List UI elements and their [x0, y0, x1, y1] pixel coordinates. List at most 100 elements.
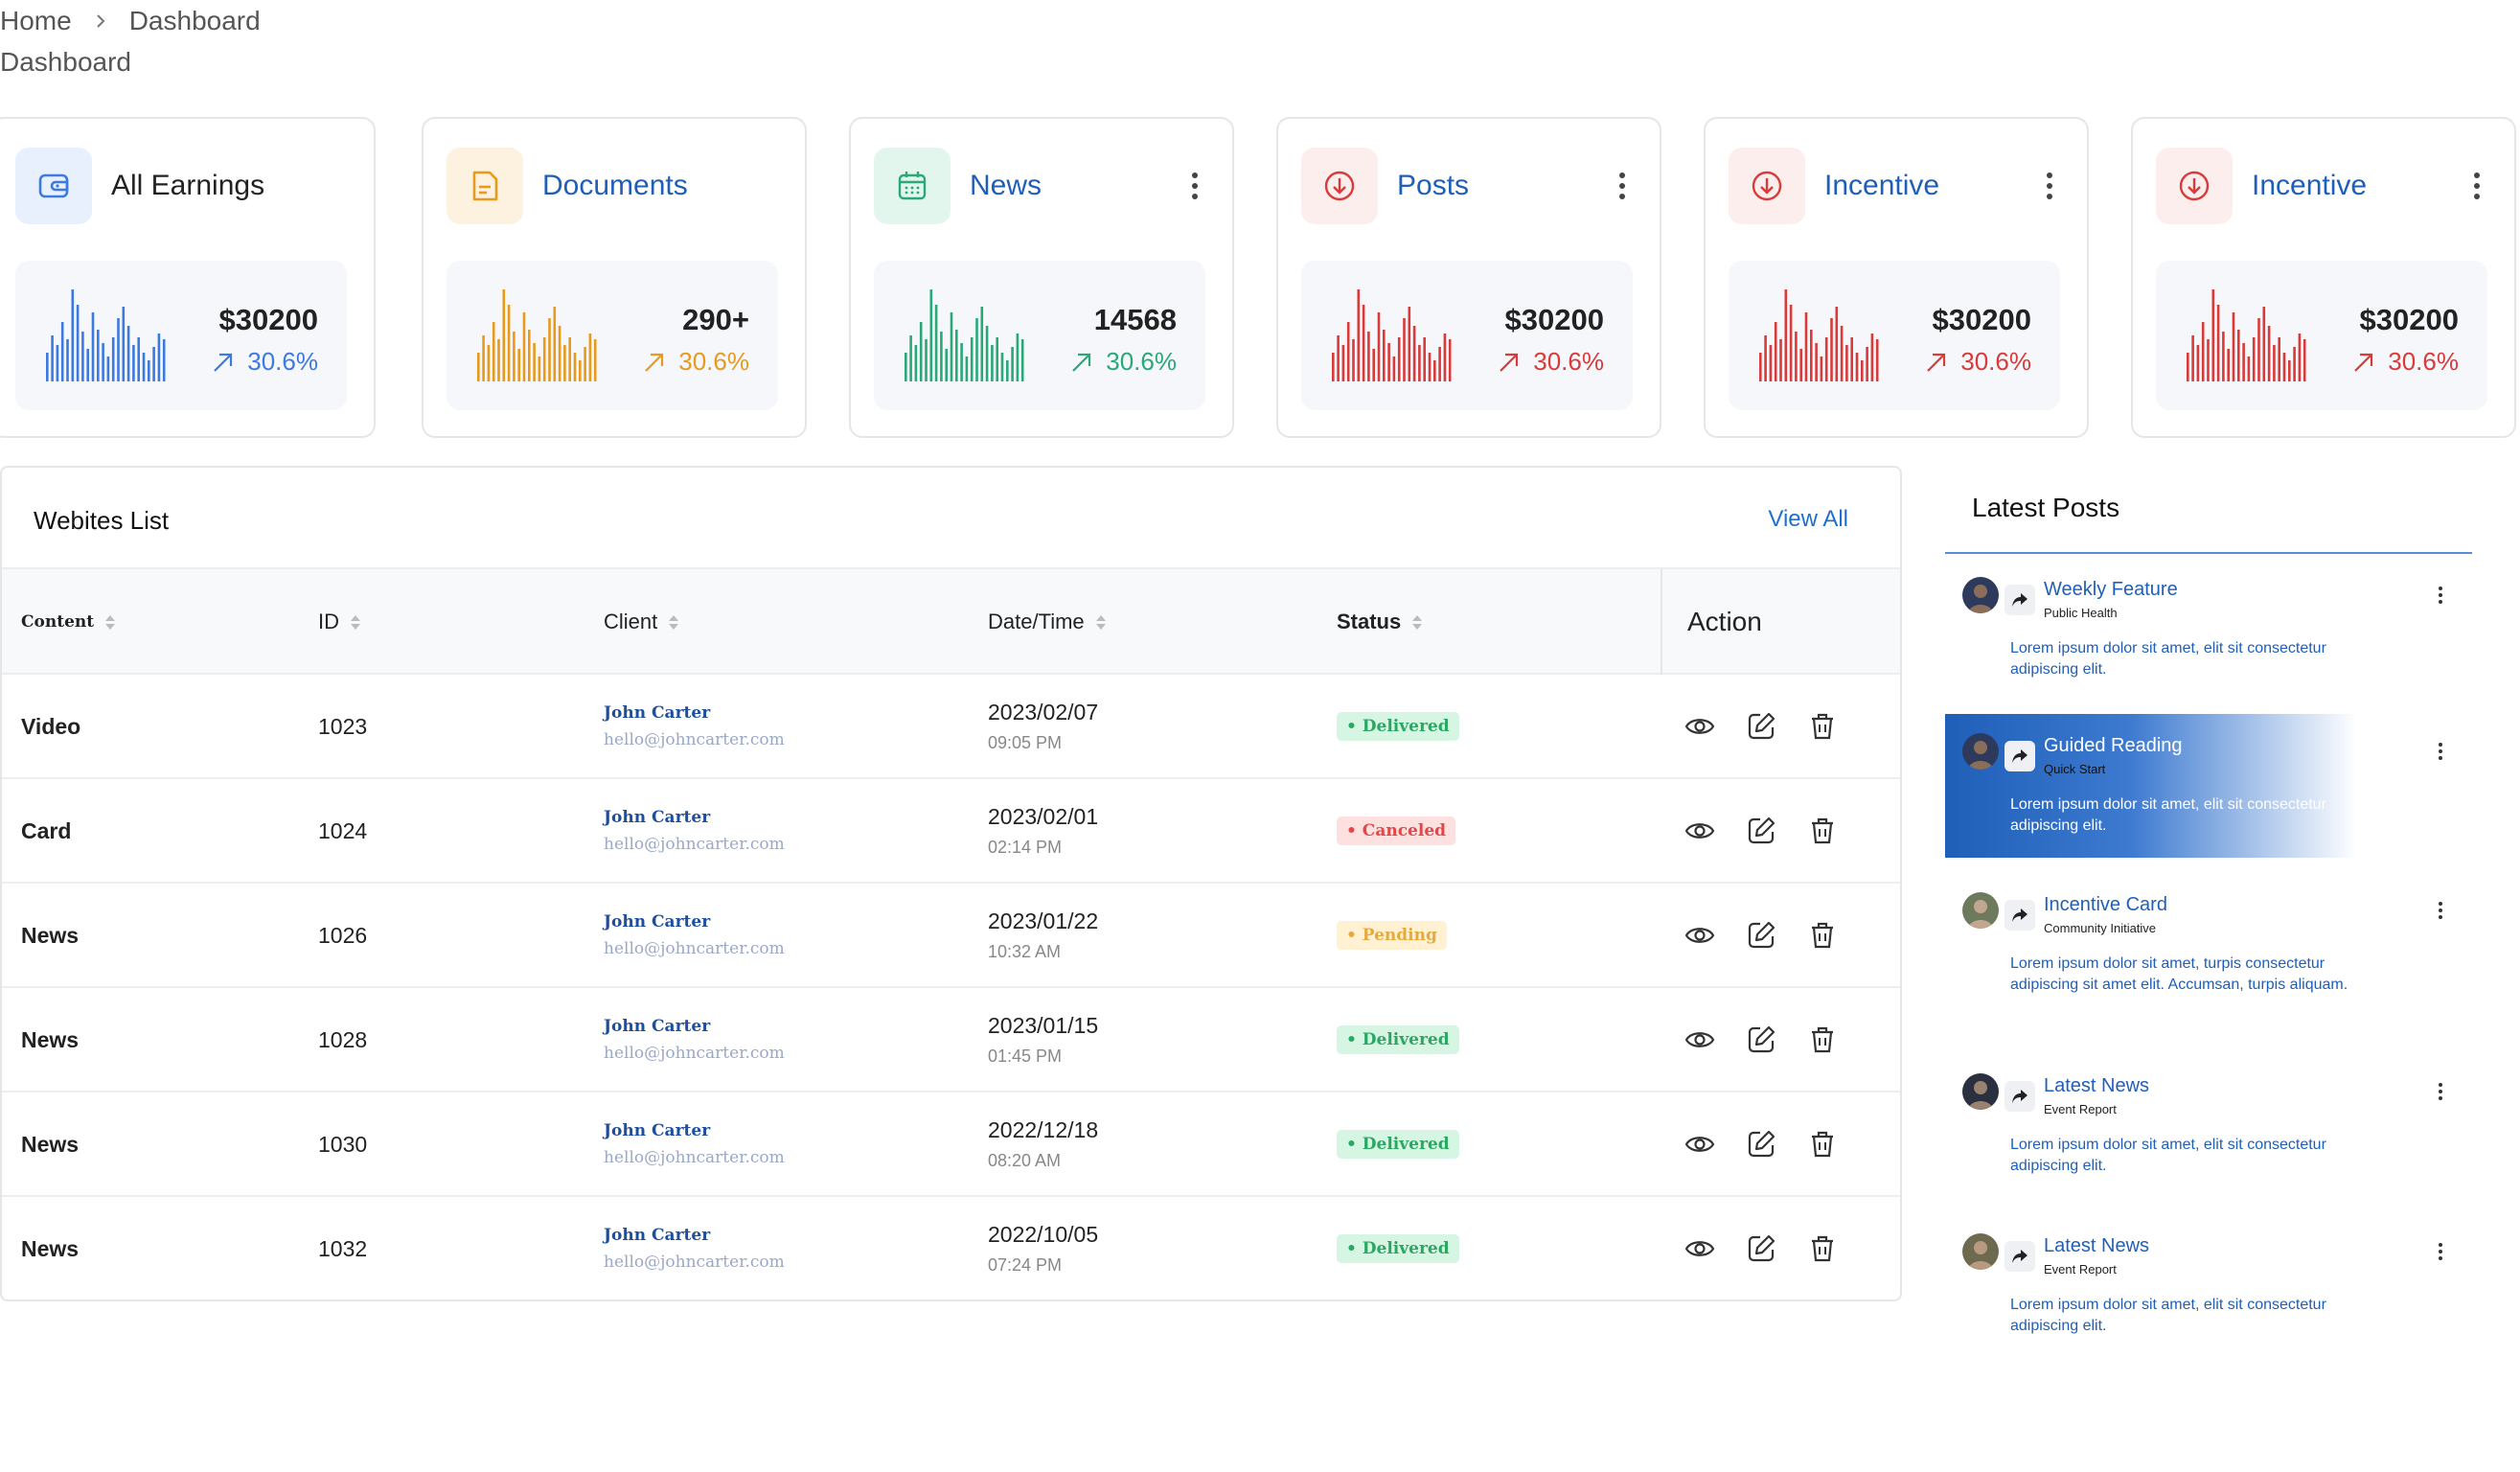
edit-icon[interactable] — [1745, 919, 1777, 952]
client-name[interactable]: John Carter — [604, 703, 710, 723]
view-all-link[interactable]: View All — [1768, 506, 1848, 533]
column-header-id[interactable]: ID — [318, 569, 360, 675]
spark-bar — [2191, 335, 2194, 381]
column-header-status[interactable]: Status — [1337, 569, 1423, 675]
post-title[interactable]: Weekly Feature — [2044, 579, 2178, 601]
edit-icon[interactable] — [1745, 1232, 1777, 1265]
table-row[interactable]: News 1032 John Carter hello@johncarter.c… — [2, 1197, 1900, 1300]
share-icon[interactable] — [2005, 1241, 2035, 1272]
id-cell: 1024 — [318, 817, 368, 843]
sort-icon[interactable] — [105, 614, 116, 630]
spark-bar — [1799, 349, 1802, 381]
trash-icon[interactable] — [1806, 1024, 1839, 1056]
card-value: $30200 — [2359, 303, 2459, 336]
share-icon[interactable] — [2005, 1081, 2035, 1112]
spark-bar — [2282, 353, 2286, 381]
stat-card: All Earnings $30200 30.6% — [0, 117, 376, 438]
post-title[interactable]: Incentive Card — [2044, 894, 2167, 916]
view-icon[interactable] — [1684, 1024, 1716, 1056]
view-icon[interactable] — [1684, 815, 1716, 847]
column-header-content[interactable]: Content — [21, 569, 116, 675]
spark-bar — [1341, 345, 1345, 381]
view-icon[interactable] — [1684, 1232, 1716, 1265]
more-vertical-icon[interactable] — [2439, 586, 2442, 604]
post-item[interactable]: Latest News Event Report Lorem ipsum dol… — [1945, 1054, 2442, 1198]
table-row[interactable]: News 1028 John Carter hello@johncarter.c… — [2, 988, 1900, 1092]
time: 02:14 PM — [988, 838, 1063, 857]
post-item[interactable]: Incentive Card Community Initiative Lore… — [1945, 873, 2442, 1017]
share-icon[interactable] — [2005, 585, 2035, 615]
sort-icon[interactable] — [1412, 614, 1423, 630]
more-vertical-icon[interactable] — [2035, 167, 2064, 205]
client-email[interactable]: hello@johncarter.com — [604, 835, 785, 854]
spark-bar — [60, 322, 64, 381]
more-vertical-icon[interactable] — [1180, 167, 1209, 205]
sort-icon[interactable] — [669, 614, 679, 630]
share-icon[interactable] — [2005, 741, 2035, 771]
spark-bar — [1815, 343, 1818, 381]
column-header-client[interactable]: Client — [604, 569, 679, 675]
sort-icon[interactable] — [351, 614, 360, 630]
card-header: Incentive — [2156, 148, 2491, 224]
more-vertical-icon[interactable] — [1608, 167, 1637, 205]
download-circle-icon — [1729, 148, 1805, 224]
spark-bar — [1855, 353, 1859, 381]
arrow-up-right-icon — [1927, 353, 1946, 372]
trash-icon[interactable] — [1806, 815, 1839, 847]
content-cell: Video — [21, 713, 81, 739]
post-item[interactable]: Weekly Feature Public Health Lorem ipsum… — [1945, 558, 2442, 702]
share-icon[interactable] — [2005, 900, 2035, 931]
card-stats: $30200 30.6% — [2156, 261, 2487, 410]
client-email[interactable]: hello@johncarter.com — [604, 1253, 785, 1272]
client-name[interactable]: John Carter — [604, 912, 710, 932]
stat-card: Incentive $30200 30.6% — [1704, 117, 2089, 438]
trash-icon[interactable] — [1806, 710, 1839, 743]
post-title[interactable]: Latest News — [2044, 1235, 2149, 1257]
client-email[interactable]: hello@johncarter.com — [604, 1044, 785, 1063]
more-vertical-icon[interactable] — [2439, 1243, 2442, 1260]
spark-bar — [1830, 318, 1833, 381]
more-vertical-icon[interactable] — [2463, 167, 2491, 205]
client-email[interactable]: hello@johncarter.com — [604, 730, 785, 749]
trash-icon[interactable] — [1806, 1232, 1839, 1265]
post-subtitle: Quick Start — [2044, 762, 2106, 776]
table-row[interactable]: Video 1023 John Carter hello@johncarter.… — [2, 675, 1900, 779]
post-title[interactable]: Latest News — [2044, 1075, 2149, 1097]
more-vertical-icon[interactable] — [2439, 902, 2442, 919]
client-email[interactable]: hello@johncarter.com — [604, 1148, 785, 1167]
post-item[interactable]: Guided Reading Quick Start Lorem ipsum d… — [1945, 714, 2442, 858]
post-title[interactable]: Guided Reading — [2044, 735, 2183, 757]
client-name[interactable]: John Carter — [604, 1017, 710, 1036]
column-header-datetime[interactable]: Date/Time — [988, 569, 1106, 675]
card-value: $30200 — [1504, 303, 1604, 336]
trash-icon[interactable] — [1806, 919, 1839, 952]
table-row[interactable]: Card 1024 John Carter hello@johncarter.c… — [2, 779, 1900, 884]
action-cell — [1684, 779, 1839, 883]
trash-icon[interactable] — [1806, 1128, 1839, 1161]
client-name[interactable]: John Carter — [604, 1226, 710, 1245]
post-item[interactable]: Latest News Event Report Lorem ipsum dol… — [1945, 1214, 2442, 1358]
spark-bar — [2302, 339, 2306, 381]
edit-icon[interactable] — [1745, 815, 1777, 847]
view-icon[interactable] — [1684, 919, 1716, 952]
client-email[interactable]: hello@johncarter.com — [604, 939, 785, 958]
table-row[interactable]: News 1030 John Carter hello@johncarter.c… — [2, 1092, 1900, 1197]
breadcrumb-home[interactable]: Home — [0, 6, 72, 36]
edit-icon[interactable] — [1745, 1024, 1777, 1056]
table-row[interactable]: News 1026 John Carter hello@johncarter.c… — [2, 884, 1900, 988]
sort-icon[interactable] — [1095, 614, 1106, 630]
time: 09:05 PM — [988, 733, 1063, 752]
edit-icon[interactable] — [1745, 710, 1777, 743]
more-vertical-icon[interactable] — [2439, 743, 2442, 760]
edit-icon[interactable] — [1745, 1128, 1777, 1161]
spark-bar — [102, 343, 104, 381]
more-vertical-icon[interactable] — [2439, 1083, 2442, 1100]
spark-bar — [122, 307, 126, 381]
spark-bar — [955, 330, 958, 381]
view-icon[interactable] — [1684, 710, 1716, 743]
spark-bar — [2216, 305, 2220, 381]
client-name[interactable]: John Carter — [604, 1121, 710, 1140]
client-name[interactable]: John Carter — [604, 808, 710, 827]
spark-bar — [542, 337, 546, 381]
view-icon[interactable] — [1684, 1128, 1716, 1161]
